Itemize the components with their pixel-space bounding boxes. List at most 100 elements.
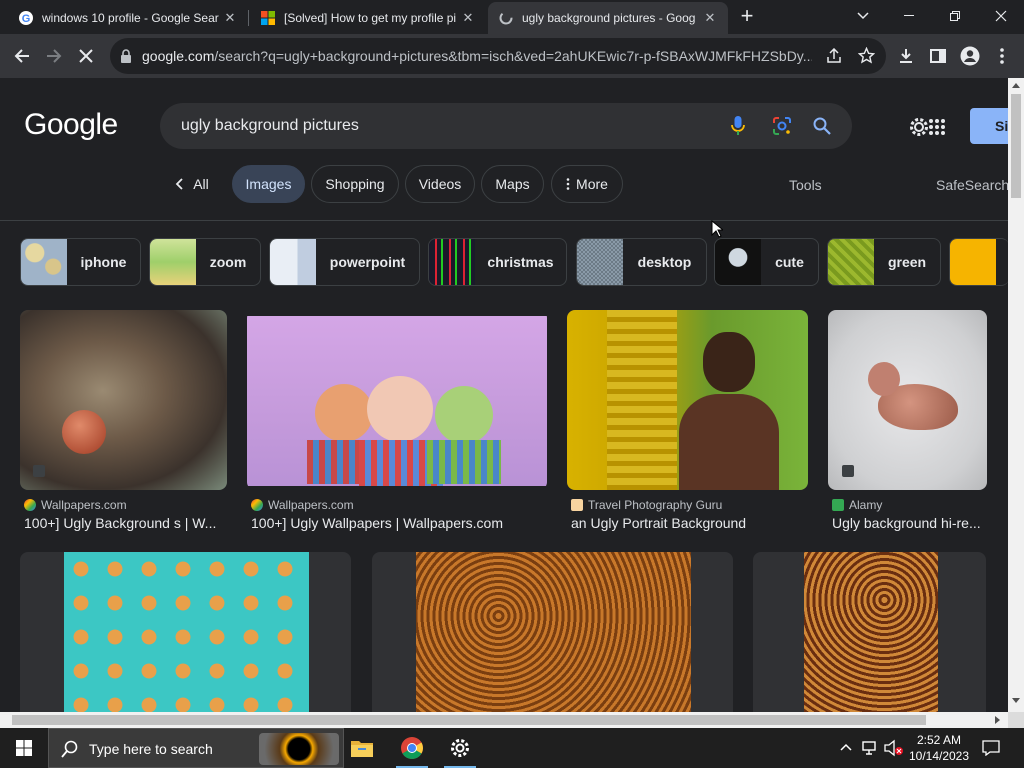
- back-arrow-icon[interactable]: [8, 42, 36, 70]
- tab-images-label: Images: [245, 176, 292, 192]
- start-windows-icon[interactable]: [0, 728, 48, 768]
- tab-images[interactable]: Images: [232, 165, 305, 203]
- yellow-lattice: [607, 310, 677, 490]
- tab-more-label: More: [576, 176, 608, 192]
- chip-zoom[interactable]: zoom: [149, 238, 261, 286]
- close-tab-icon[interactable]: ✕: [460, 10, 476, 26]
- taskbar-search-box[interactable]: Type here to search: [48, 728, 344, 768]
- download-icon[interactable]: [892, 42, 920, 70]
- result-thumbnail[interactable]: [804, 552, 938, 712]
- scroll-up-arrow-icon[interactable]: [1012, 82, 1020, 88]
- search-icon[interactable]: [810, 114, 834, 138]
- tab-maps[interactable]: Maps: [481, 165, 544, 203]
- image-search-lens-icon[interactable]: [770, 114, 794, 138]
- chip-green[interactable]: green: [827, 238, 941, 286]
- tab-search-chevron-icon[interactable]: [840, 0, 886, 32]
- close-tab-icon[interactable]: ✕: [222, 10, 238, 26]
- source-favicon-icon: [571, 499, 583, 511]
- settings-taskbar-icon[interactable]: [436, 728, 484, 768]
- stop-loading-icon[interactable]: [72, 42, 100, 70]
- close-tab-icon[interactable]: ✕: [702, 10, 718, 26]
- tab-videos-label: Videos: [418, 176, 462, 192]
- google-images-page: Google ugly background pictures Si All I…: [0, 78, 1008, 712]
- restore-button[interactable]: [932, 0, 978, 32]
- forward-arrow-icon[interactable]: [40, 42, 68, 70]
- url-text: google.com/search?q=ugly+background+pict…: [142, 48, 812, 64]
- tab-videos[interactable]: Videos: [405, 165, 475, 203]
- google-logo[interactable]: Google: [24, 108, 118, 142]
- scrollbar-corner: [1008, 712, 1024, 728]
- search-input[interactable]: ugly background pictures: [160, 103, 852, 149]
- chip-thumbnail: [950, 239, 996, 285]
- bookmark-star-icon[interactable]: [858, 47, 875, 64]
- tab-windows-10-profile[interactable]: G windows 10 profile - Google Sear ✕: [8, 2, 248, 34]
- minimize-button[interactable]: [886, 0, 932, 32]
- tab-all[interactable]: All: [164, 165, 220, 203]
- vertical-scroll-thumb[interactable]: [1011, 94, 1021, 198]
- chip-label: iphone: [80, 254, 127, 270]
- profile-avatar-icon[interactable]: [956, 42, 984, 70]
- tab-solved-profile[interactable]: [Solved] How to get my profile pi ✕: [250, 2, 486, 34]
- file-explorer-icon[interactable]: [338, 728, 386, 768]
- result-title[interactable]: 100+] Ugly Background s | W...: [24, 515, 230, 531]
- image-result[interactable]: [372, 552, 733, 712]
- system-clock[interactable]: 2:52 AM 10/14/2023: [904, 732, 974, 764]
- network-icon[interactable]: [862, 740, 880, 756]
- chip-christmas[interactable]: christmas: [428, 238, 567, 286]
- result-thumbnail[interactable]: [20, 310, 227, 490]
- mouse-cursor-icon: [711, 220, 723, 238]
- search-query-text: ugly background pictures: [181, 117, 359, 134]
- scroll-right-arrow-icon[interactable]: [995, 716, 1001, 724]
- chip-cute[interactable]: cute: [714, 238, 819, 286]
- result-thumbnail[interactable]: [247, 310, 547, 490]
- google-favicon-icon: G: [19, 11, 33, 25]
- tab-title: windows 10 profile - Google Sear: [42, 11, 219, 25]
- close-window-button[interactable]: [978, 0, 1024, 32]
- tab-ugly-background[interactable]: ugly background pictures - Goog ✕: [488, 2, 728, 34]
- chip-powerpoint[interactable]: powerpoint: [269, 238, 420, 286]
- clock-date: 10/14/2023: [908, 749, 970, 763]
- apps-grid-icon[interactable]: [928, 118, 946, 141]
- image-result[interactable]: [753, 552, 986, 712]
- chip-partial[interactable]: [949, 238, 1008, 286]
- tab-strip: G windows 10 profile - Google Sear ✕ [So…: [0, 0, 1024, 34]
- search-highlight-image: [259, 733, 339, 765]
- show-hidden-icons-chevron-icon[interactable]: [840, 743, 852, 751]
- address-bar[interactable]: google.com/search?q=ugly+background+pict…: [110, 38, 886, 74]
- result-title[interactable]: an Ugly Portrait Background: [571, 515, 812, 531]
- loading-spinner-icon: [499, 11, 513, 25]
- tab-more[interactable]: More: [551, 165, 623, 203]
- result-thumbnail[interactable]: [828, 310, 987, 490]
- notifications-icon[interactable]: [982, 740, 1000, 756]
- clock-time: 2:52 AM: [916, 733, 962, 747]
- tools-button[interactable]: Tools: [789, 177, 822, 193]
- scroll-down-arrow-icon[interactable]: [1012, 698, 1020, 704]
- voice-search-icon[interactable]: [726, 114, 750, 138]
- vertical-scrollbar[interactable]: [1008, 78, 1024, 712]
- lock-icon[interactable]: [120, 49, 132, 63]
- settings-gear-icon[interactable]: [908, 116, 930, 143]
- horizontal-scroll-thumb[interactable]: [12, 715, 926, 725]
- result-thumbnail[interactable]: [64, 552, 309, 712]
- tab-shopping[interactable]: Shopping: [311, 165, 399, 203]
- result-thumbnail[interactable]: [567, 310, 808, 490]
- chip-desktop[interactable]: desktop: [576, 238, 707, 286]
- result-title[interactable]: 100+] Ugly Wallpapers | Wallpapers.com: [251, 515, 551, 531]
- chrome-taskbar-icon[interactable]: [388, 728, 436, 768]
- child-head: [703, 332, 755, 392]
- safesearch-button[interactable]: SafeSearch: [936, 177, 1008, 193]
- result-source: Alamy: [832, 498, 882, 512]
- horizontal-scrollbar[interactable]: [0, 712, 1008, 728]
- chip-iphone[interactable]: iphone: [20, 238, 141, 286]
- new-tab-button[interactable]: +: [732, 0, 762, 32]
- menu-kebab-icon[interactable]: [988, 42, 1016, 70]
- image-result[interactable]: [20, 552, 351, 712]
- volume-muted-icon[interactable]: [884, 739, 904, 757]
- tab-all-label: All: [193, 176, 209, 192]
- sign-in-button[interactable]: Si: [970, 108, 1008, 144]
- side-panel-icon[interactable]: [924, 42, 952, 70]
- share-icon[interactable]: [826, 48, 842, 64]
- result-thumbnail[interactable]: [416, 552, 691, 712]
- taskbar-search-placeholder: Type here to search: [89, 741, 213, 757]
- result-title[interactable]: Ugly background hi-re...: [832, 515, 987, 531]
